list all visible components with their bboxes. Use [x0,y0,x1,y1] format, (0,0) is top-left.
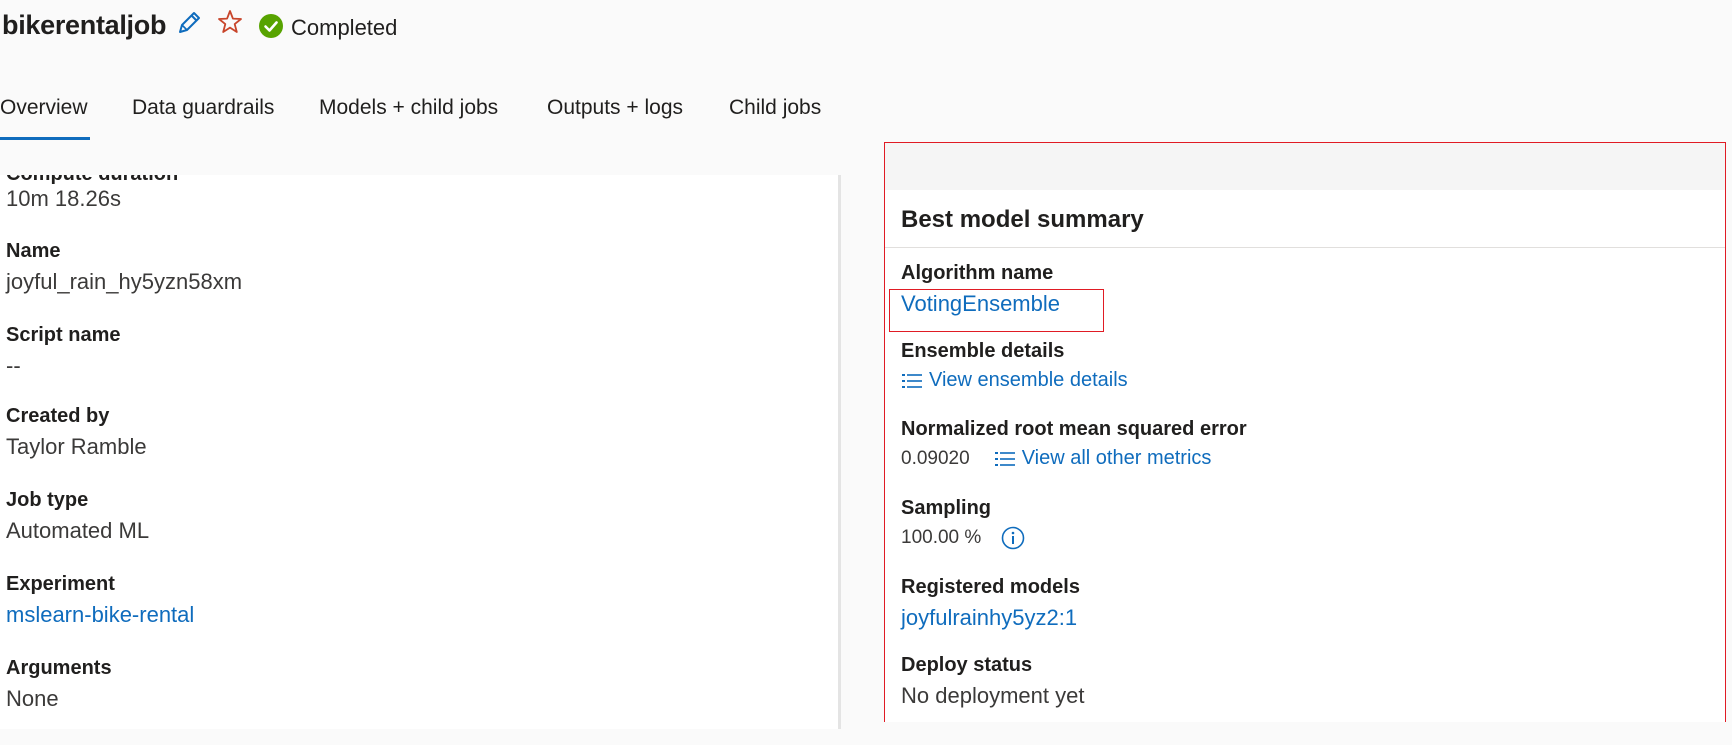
info-icon[interactable] [1001,526,1025,550]
job-details-panel[interactable]: Compute duration 10m 18.26s Name joyful_… [0,175,838,729]
tab-models-child-jobs[interactable]: Models + child jobs [319,96,498,120]
page-header: bikerentaljob Completed [0,0,1732,60]
check-circle-icon [259,14,283,38]
algorithm-highlight-box [889,289,1104,332]
experiment-link[interactable]: mslearn-bike-rental [6,602,194,628]
registered-models-field: Registered models joyfulrainhy5yz2:1 [901,576,1080,631]
job-title: bikerentaljob [2,10,167,40]
tab-child-jobs[interactable]: Child jobs [729,96,821,120]
summary-top-strip [885,143,1725,190]
job-type-field: Job type Automated ML [6,489,149,544]
registered-model-link[interactable]: joyfulrainhy5yz2:1 [901,605,1080,631]
registered-models-label: Registered models [901,576,1080,598]
ensemble-link-row: View ensemble details [901,369,1128,392]
name-label: Name [6,240,61,262]
tab-overview[interactable]: Overview [0,96,90,140]
name-field: Name joyful_rain_hy5yzn58xm [6,240,242,295]
nrmse-label: Normalized root mean squared error [901,418,1247,440]
ensemble-field: Ensemble details View ensemble details [901,340,1128,392]
status-text: Completed [291,15,398,40]
deploy-status-value: No deployment yet [901,683,1085,708]
created-by-value: Taylor Ramble [6,434,147,459]
list-icon [994,451,1015,466]
job-type-label: Job type [6,489,89,511]
created-by-label: Created by [6,405,110,427]
sampling-field: Sampling 100.00 % [901,497,1025,550]
experiment-field: Experiment mslearn-bike-rental [6,573,194,628]
tab-data-guardrails[interactable]: Data guardrails [132,96,274,120]
arguments-label: Arguments [6,657,112,679]
view-all-metrics-link[interactable]: View all other metrics [1022,447,1212,470]
nrmse-field: Normalized root mean squared error 0.090… [901,418,1247,470]
nrmse-value: 0.09020 [901,447,970,469]
name-value: joyful_rain_hy5yzn58xm [6,269,243,294]
best-model-summary-panel: Best model summary Algorithm name Voting… [884,142,1726,722]
compute-duration-field: 10m 18.26s [6,186,121,212]
deploy-status-field: Deploy status No deployment yet [901,654,1084,709]
sampling-label: Sampling [901,497,992,519]
nrmse-row: 0.09020 View all other metrics [901,447,1247,470]
deploy-status-label: Deploy status [901,654,1033,676]
script-name-label: Script name [6,324,121,346]
tab-outputs-logs[interactable]: Outputs + logs [547,96,683,120]
card-title: Best model summary [901,206,1144,233]
arguments-field: Arguments None [6,657,112,712]
list-icon [902,373,922,388]
ensemble-label: Ensemble details [901,340,1065,362]
panel-divider [838,175,841,729]
best-model-summary-card: Best model summary Algorithm name Voting… [885,190,1725,722]
script-name-value: -- [6,353,21,378]
experiment-label: Experiment [6,573,115,595]
sampling-value: 100.00 % [901,527,982,548]
tab-bar: Overview Data guardrails Models + child … [0,96,900,142]
card-divider [885,247,1725,248]
compute-duration-label: Compute duration [6,175,178,186]
edit-icon[interactable] [174,8,204,38]
arguments-value: None [6,686,59,711]
view-ensemble-details-link[interactable]: View ensemble details [929,369,1128,392]
sampling-row: 100.00 % [901,526,1025,550]
compute-duration-value: 10m 18.26s [6,186,121,211]
job-type-value: Automated ML [6,518,150,543]
algorithm-label: Algorithm name [901,262,1054,284]
star-icon[interactable] [216,8,244,36]
created-by-field: Created by Taylor Ramble [6,405,147,460]
script-name-field: Script name -- [6,324,120,379]
